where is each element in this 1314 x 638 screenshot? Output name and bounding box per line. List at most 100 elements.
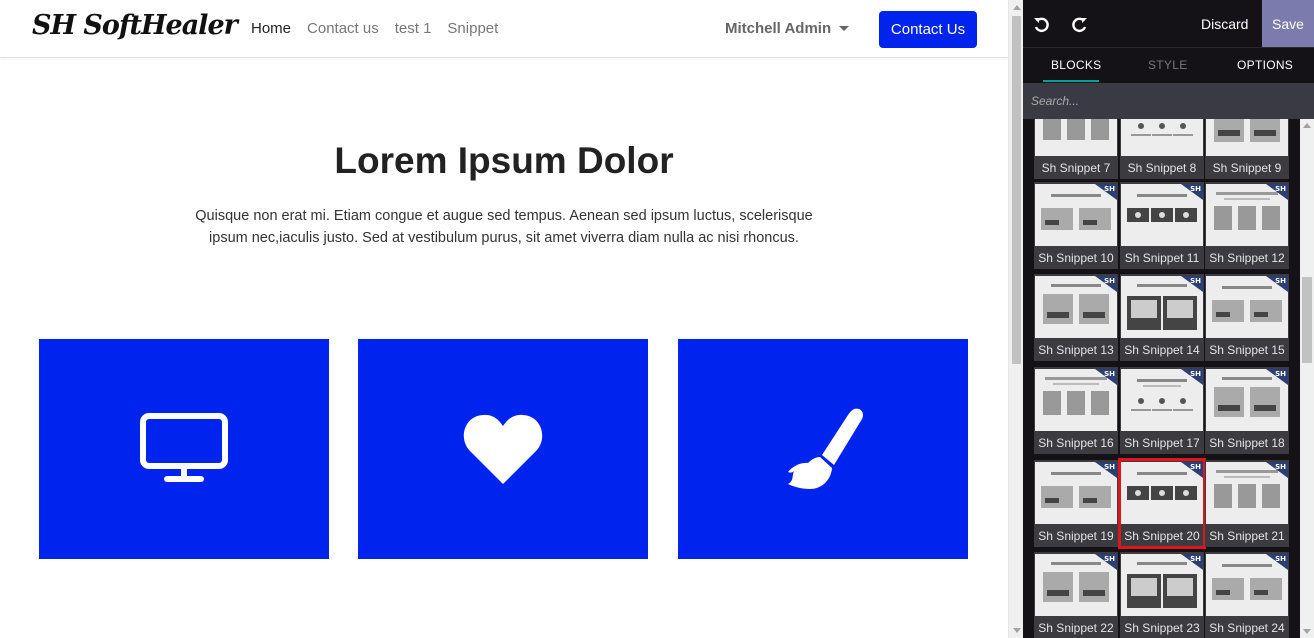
user-menu[interactable]: Mitchell Admin bbox=[725, 20, 850, 37]
brand-badge-text: SH bbox=[1275, 555, 1286, 563]
search-input[interactable] bbox=[1031, 91, 1301, 111]
page-scrollbar[interactable] bbox=[1008, 0, 1023, 638]
discard-button[interactable]: Discard bbox=[1201, 16, 1248, 32]
nav-menu: Home Contact us test 1 Snippet bbox=[251, 20, 498, 37]
hero-title: Lorem Ipsum Dolor bbox=[334, 140, 674, 181]
website-preview: SH SoftHealer Home Contact us test 1 Sni… bbox=[0, 0, 1008, 638]
scroll-down-icon[interactable] bbox=[1303, 629, 1311, 634]
snippet-label: Sh Snippet 7 bbox=[1041, 161, 1111, 175]
snippet-item[interactable]: SH Sh Snippet 24 bbox=[1205, 552, 1289, 638]
editor-panel: Discard Save BLOCKS STYLE OPTIONS SH Sh S… bbox=[1023, 0, 1314, 638]
snippet-label: Sh Snippet 20 bbox=[1124, 529, 1200, 543]
snippet-thumbnail: SH bbox=[1206, 462, 1288, 524]
brand-badge-text: SH bbox=[1104, 277, 1115, 285]
panel-scrollbar-thumb[interactable] bbox=[1302, 277, 1312, 363]
screen: SH SoftHealer Home Contact us test 1 Sni… bbox=[0, 0, 1314, 638]
snippet-item[interactable]: SH Sh Snippet 13 bbox=[1034, 274, 1118, 361]
monitor-icon bbox=[140, 413, 228, 482]
brand-badge-text: SH bbox=[1104, 185, 1115, 193]
tab-blocks[interactable]: BLOCKS bbox=[1051, 58, 1102, 72]
heart-icon bbox=[463, 414, 543, 484]
nav-item-contact-us[interactable]: Contact us bbox=[307, 20, 379, 37]
brand-badge-text: SH bbox=[1104, 370, 1115, 378]
snippet-label: Sh Snippet 23 bbox=[1124, 621, 1200, 635]
editor-toolbar: Discard Save bbox=[1023, 0, 1314, 47]
snippet-label: Sh Snippet 14 bbox=[1124, 343, 1200, 357]
snippet-thumbnail: SH bbox=[1121, 462, 1203, 524]
tab-style[interactable]: STYLE bbox=[1148, 58, 1188, 72]
snippet-item[interactable]: SH Sh Snippet 18 bbox=[1205, 367, 1289, 454]
snippet-label: Sh Snippet 21 bbox=[1209, 529, 1285, 543]
snippet-thumbnail: SH bbox=[1121, 119, 1203, 156]
snippet-label: Sh Snippet 16 bbox=[1038, 436, 1114, 450]
snippet-item[interactable]: SH Sh Snippet 9 bbox=[1205, 119, 1289, 179]
nav-item-snippet[interactable]: Snippet bbox=[447, 20, 498, 37]
save-button[interactable]: Save bbox=[1262, 0, 1314, 47]
snippet-thumbnail: SH bbox=[1035, 184, 1117, 246]
snippet-label: Sh Snippet 22 bbox=[1038, 621, 1114, 635]
snippet-item[interactable]: SH Sh Snippet 23 bbox=[1120, 552, 1204, 638]
scroll-up-icon[interactable] bbox=[1303, 123, 1311, 128]
snippet-list: SH Sh Snippet 7 SH Sh Snippet 8 SH Sh Snippet… bbox=[1023, 119, 1300, 638]
snippet-item[interactable]: SH Sh Snippet 7 bbox=[1034, 119, 1118, 179]
snippet-thumbnail: SH bbox=[1206, 119, 1288, 156]
snippet-item[interactable]: SH Sh Snippet 12 bbox=[1205, 182, 1289, 269]
feature-card-paintbrush[interactable] bbox=[678, 339, 968, 559]
brand-badge-text: SH bbox=[1275, 370, 1286, 378]
snippet-thumbnail: SH bbox=[1121, 369, 1203, 431]
snippet-label: Sh Snippet 8 bbox=[1127, 161, 1197, 175]
snippet-thumbnail: SH bbox=[1121, 184, 1203, 246]
panel-scrollbar[interactable] bbox=[1300, 119, 1314, 638]
snippet-label: Sh Snippet 17 bbox=[1124, 436, 1200, 450]
snippet-thumbnail: SH bbox=[1206, 276, 1288, 338]
page-scrollbar-thumb[interactable] bbox=[1012, 16, 1021, 364]
navbar: SH SoftHealer Home Contact us test 1 Sni… bbox=[0, 0, 1008, 58]
snippet-thumbnail: SH bbox=[1035, 369, 1117, 431]
hero-text: Quisque non erat mi. Etiam congue et aug… bbox=[195, 208, 813, 246]
feature-card-heart[interactable] bbox=[358, 339, 648, 559]
brand-badge-text: SH bbox=[1190, 277, 1201, 285]
brand-badge-text: SH bbox=[1190, 370, 1201, 378]
brand-badge-text: SH bbox=[1275, 277, 1286, 285]
snippet-item[interactable]: SH Sh Snippet 19 bbox=[1034, 460, 1118, 547]
snippet-item[interactable]: SH Sh Snippet 10 bbox=[1034, 182, 1118, 269]
editor-tabs: BLOCKS STYLE OPTIONS bbox=[1023, 47, 1314, 83]
feature-card-monitor[interactable] bbox=[39, 339, 329, 559]
brand-badge-text: SH bbox=[1275, 463, 1286, 471]
snippet-thumbnail: SH bbox=[1206, 554, 1288, 616]
snippet-thumbnail: SH bbox=[1206, 184, 1288, 246]
snippet-item[interactable]: SH Sh Snippet 21 bbox=[1205, 460, 1289, 547]
snippet-item[interactable]: SH Sh Snippet 8 bbox=[1120, 119, 1204, 179]
snippet-item[interactable]: SH Sh Snippet 14 bbox=[1120, 274, 1204, 361]
nav-item-home[interactable]: Home bbox=[251, 20, 291, 37]
active-tab-indicator bbox=[1043, 80, 1099, 82]
tab-options[interactable]: OPTIONS bbox=[1237, 58, 1293, 72]
brand-badge-text: SH bbox=[1104, 555, 1115, 563]
snippet-thumbnail: SH bbox=[1035, 554, 1117, 616]
snippet-item[interactable]: SH Sh Snippet 16 bbox=[1034, 367, 1118, 454]
snippet-item[interactable]: SH Sh Snippet 15 bbox=[1205, 274, 1289, 361]
brand-badge-text: SH bbox=[1104, 463, 1115, 471]
undo-icon[interactable] bbox=[1032, 15, 1050, 33]
scroll-down-icon[interactable] bbox=[1013, 628, 1021, 633]
redo-icon[interactable] bbox=[1071, 15, 1089, 33]
snippet-label: Sh Snippet 15 bbox=[1209, 343, 1285, 357]
snippet-thumbnail: SH bbox=[1206, 369, 1288, 431]
snippet-thumbnail: SH bbox=[1121, 554, 1203, 616]
snippet-thumbnail: SH bbox=[1035, 462, 1117, 524]
snippet-thumbnail: SH bbox=[1035, 119, 1117, 156]
snippet-item[interactable]: SH Sh Snippet 22 bbox=[1034, 552, 1118, 638]
snippet-item[interactable]: SH Sh Snippet 17 bbox=[1120, 367, 1204, 454]
snippet-item[interactable]: SH Sh Snippet 11 bbox=[1120, 182, 1204, 269]
snippet-label: Sh Snippet 9 bbox=[1212, 161, 1282, 175]
snippet-item[interactable]: SH Sh Snippet 20 bbox=[1118, 458, 1206, 549]
snippet-label: Sh Snippet 19 bbox=[1038, 529, 1114, 543]
nav-item-test-1[interactable]: test 1 bbox=[395, 20, 432, 37]
snippet-label: Sh Snippet 13 bbox=[1038, 343, 1114, 357]
search-bar bbox=[1023, 83, 1314, 119]
brand-badge-text: SH bbox=[1190, 463, 1201, 471]
scroll-up-icon[interactable] bbox=[1013, 5, 1021, 10]
snippet-thumbnail: SH bbox=[1035, 276, 1117, 338]
brand-logo[interactable]: SH SoftHealer bbox=[32, 10, 238, 41]
contact-us-button[interactable]: Contact Us bbox=[879, 11, 977, 48]
